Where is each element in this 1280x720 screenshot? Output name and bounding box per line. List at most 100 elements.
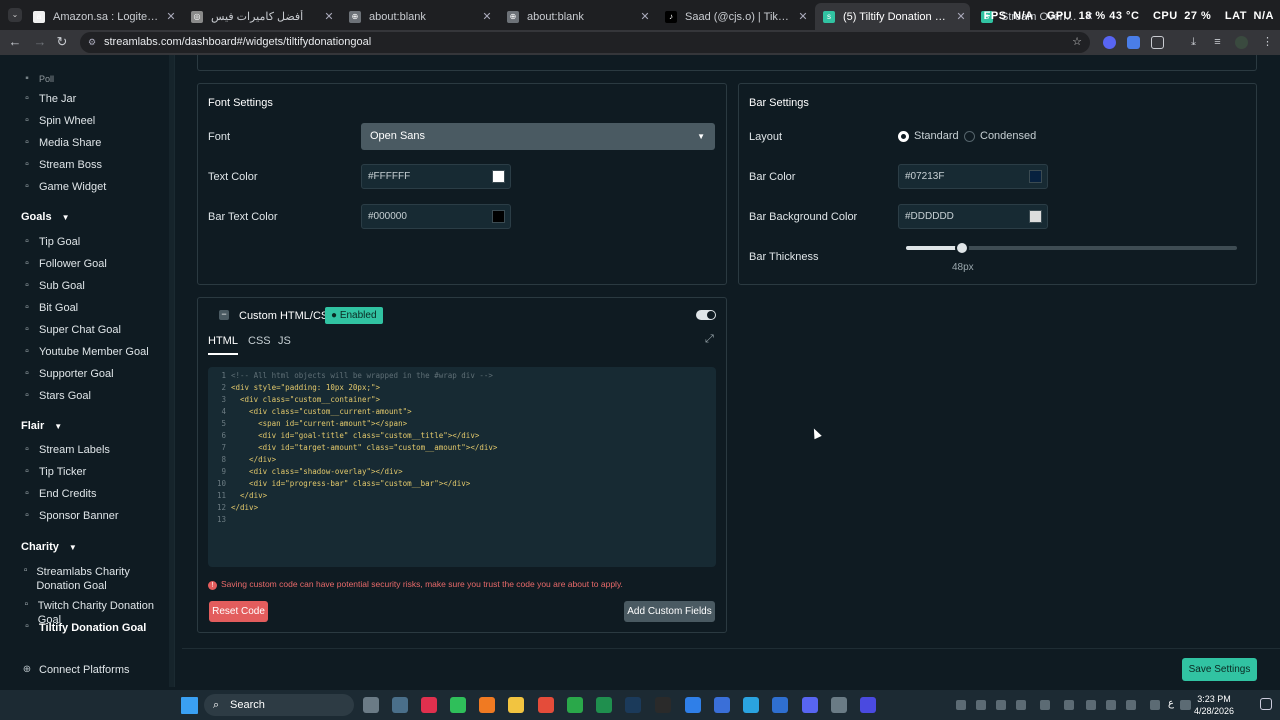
chevron-up-icon[interactable] xyxy=(956,700,966,710)
font-select[interactable]: Open Sans ▼ xyxy=(361,123,715,150)
excel-icon[interactable] xyxy=(596,697,612,713)
download-icon[interactable]: ⤓ xyxy=(1187,36,1200,49)
browser-tab[interactable]: ⊕ about:blank ✕ xyxy=(499,3,654,30)
bar-thickness-slider[interactable] xyxy=(906,241,1237,255)
bar-color-field[interactable]: #07213F xyxy=(898,164,1048,189)
sidebar-item[interactable]: ▫ Media Share xyxy=(21,135,101,151)
chrome-alt-icon[interactable] xyxy=(450,697,466,713)
microphone-icon[interactable] xyxy=(1126,700,1136,710)
sidebar-item[interactable]: ▫ Follower Goal xyxy=(21,256,107,272)
language-indicator[interactable]: ع xyxy=(1168,698,1174,709)
forward-arrow-icon[interactable]: → xyxy=(33,35,47,49)
media-controls-icon[interactable]: ≡ xyxy=(1211,36,1224,49)
extensions-puzzle-icon[interactable] xyxy=(1151,36,1164,49)
sidebar-item[interactable]: ▫ Youtube Member Goal xyxy=(21,344,148,360)
sidebar-item[interactable]: ▫ Stream Labels xyxy=(21,442,110,458)
telegram-icon[interactable] xyxy=(743,697,759,713)
bar-bg-color-field[interactable]: #DDDDDD xyxy=(898,204,1048,229)
browser-menu-icon[interactable]: ⋮ xyxy=(1261,36,1274,49)
volume-icon[interactable] xyxy=(1150,700,1160,710)
tab-close-icon[interactable]: ✕ xyxy=(478,10,496,23)
reload-icon[interactable]: ↻ xyxy=(55,35,69,49)
address-bar[interactable]: ⚙ streamlabs.com/dashboard#/widgets/tilt… xyxy=(80,32,1090,53)
sidebar-item[interactable]: ▫ Tiltify Donation Goal xyxy=(21,621,166,635)
sidebar-item[interactable]: ▫ Super Chat Goal xyxy=(21,322,121,338)
add-custom-fields-button[interactable]: Add Custom Fields xyxy=(624,601,715,622)
outlook-icon[interactable] xyxy=(772,697,788,713)
bookmark-star-icon[interactable]: ☆ xyxy=(1072,32,1082,53)
layout-radio-standard[interactable]: Standard xyxy=(898,130,959,142)
app-tray-icon[interactable] xyxy=(1040,700,1050,710)
bluetooth-icon[interactable] xyxy=(1064,700,1074,710)
notification-bell-icon[interactable] xyxy=(1260,698,1272,710)
translate-extension-icon[interactable] xyxy=(1127,36,1140,49)
custom-code-toggle[interactable] xyxy=(696,310,716,320)
app-tray-icon[interactable] xyxy=(1106,700,1116,710)
xbox-icon[interactable] xyxy=(567,697,583,713)
sidebar-heading-charity[interactable]: Charity ▼ xyxy=(21,541,77,553)
tab-js[interactable]: JS xyxy=(278,335,291,347)
chrome-icon[interactable] xyxy=(538,697,554,713)
cortana-icon[interactable] xyxy=(860,697,876,713)
browser-tab[interactable]: ◎ أفضل كاميرات فيس ✕ xyxy=(183,3,338,30)
steam-icon[interactable] xyxy=(625,697,641,713)
browser-tab[interactable]: s (5) Tiltify Donation Goal / Strea✕ xyxy=(815,3,970,30)
network-icon[interactable] xyxy=(1180,700,1191,710)
sidebar-item[interactable]: ▫ Tip Goal xyxy=(21,234,80,250)
system-clock[interactable]: 3:23 PM 4/28/2026 xyxy=(1194,693,1234,717)
sidebar-scrollbar[interactable] xyxy=(169,55,174,687)
file-explorer-icon[interactable] xyxy=(508,697,524,713)
sidebar-item[interactable]: ▫ The Jar xyxy=(21,91,76,107)
windows-start-icon[interactable] xyxy=(181,697,198,714)
layout-radio-condensed[interactable]: Condensed xyxy=(964,130,1036,142)
sidebar-item[interactable]: ▫ End Credits xyxy=(21,486,96,502)
tab-css[interactable]: CSS xyxy=(248,335,271,347)
browser-tab[interactable]: ⊕ about:blank ✕ xyxy=(341,3,496,30)
sidebar-item[interactable]: ▫ Game Widget xyxy=(21,179,106,195)
text-color-field[interactable]: #FFFFFF xyxy=(361,164,511,189)
collapse-icon[interactable]: − xyxy=(219,310,229,320)
sidebar-heading-flair[interactable]: Flair ▼ xyxy=(21,420,62,432)
media-player-icon[interactable] xyxy=(421,697,437,713)
discord-extension-icon[interactable] xyxy=(1103,36,1116,49)
sidebar-item-partial[interactable]: ▪ Poll xyxy=(21,71,54,87)
code-editor[interactable]: 1 <!-- All html objects will be wrapped i… xyxy=(208,367,716,567)
app-tray-icon[interactable] xyxy=(976,700,986,710)
tab-close-icon[interactable]: ✕ xyxy=(952,10,970,23)
sidebar-item[interactable]: ▫ Sub Goal xyxy=(21,278,85,294)
tab-close-icon[interactable]: ✕ xyxy=(794,10,812,23)
app-tray-icon[interactable] xyxy=(996,700,1006,710)
sidebar-item[interactable]: ▫ Bit Goal xyxy=(21,300,78,316)
sidebar-heading-goals[interactable]: Goals ▼ xyxy=(21,211,70,223)
sidebar-item[interactable]: ▫ Stars Goal xyxy=(21,388,91,404)
tab-close-icon[interactable]: ✕ xyxy=(320,10,338,23)
bar-color-swatch[interactable] xyxy=(1029,170,1042,183)
remote-icon[interactable] xyxy=(714,697,730,713)
app-tray-icon[interactable] xyxy=(1016,700,1026,710)
files-icon[interactable] xyxy=(363,697,379,713)
sidebar-item[interactable]: ▫ Spin Wheel xyxy=(21,113,95,129)
tab-close-icon[interactable]: ✕ xyxy=(636,10,654,23)
bar-text-color-field[interactable]: #000000 xyxy=(361,204,511,229)
bar-text-color-swatch[interactable] xyxy=(492,210,505,223)
back-arrow-icon[interactable]: ← xyxy=(8,35,22,49)
sidebar-item[interactable]: ▫ Streamlabs Charity Donation Goal xyxy=(21,565,166,593)
tab-html[interactable]: HTML xyxy=(208,335,238,355)
sidebar-item[interactable]: ▫ Supporter Goal xyxy=(21,366,113,382)
calculator-icon[interactable] xyxy=(392,697,408,713)
browser-tab[interactable]: a Amazon.sa : Logitech C922 Pro✕ xyxy=(25,3,180,30)
sidebar-item[interactable]: ▫ Sponsor Banner xyxy=(21,508,118,524)
text-color-swatch[interactable] xyxy=(492,170,505,183)
site-info-icon[interactable]: ⚙ xyxy=(88,32,96,53)
settings-icon[interactable] xyxy=(831,697,847,713)
profile-avatar[interactable] xyxy=(1235,36,1248,49)
app-orange-icon[interactable] xyxy=(479,697,495,713)
epic-games-icon[interactable] xyxy=(655,697,671,713)
sidebar-item[interactable]: ▫ Tip Ticker xyxy=(21,464,86,480)
bar-bg-color-swatch[interactable] xyxy=(1029,210,1042,223)
tab-search-button[interactable]: ⌄ xyxy=(8,8,22,22)
reset-code-button[interactable]: Reset Code xyxy=(209,601,268,622)
browser-tab[interactable]: ♪ Saad (@cjs.o) | TikTok ✕ xyxy=(657,3,812,30)
expand-icon[interactable]: ⤢ xyxy=(705,333,714,346)
app-store-icon[interactable] xyxy=(685,697,701,713)
